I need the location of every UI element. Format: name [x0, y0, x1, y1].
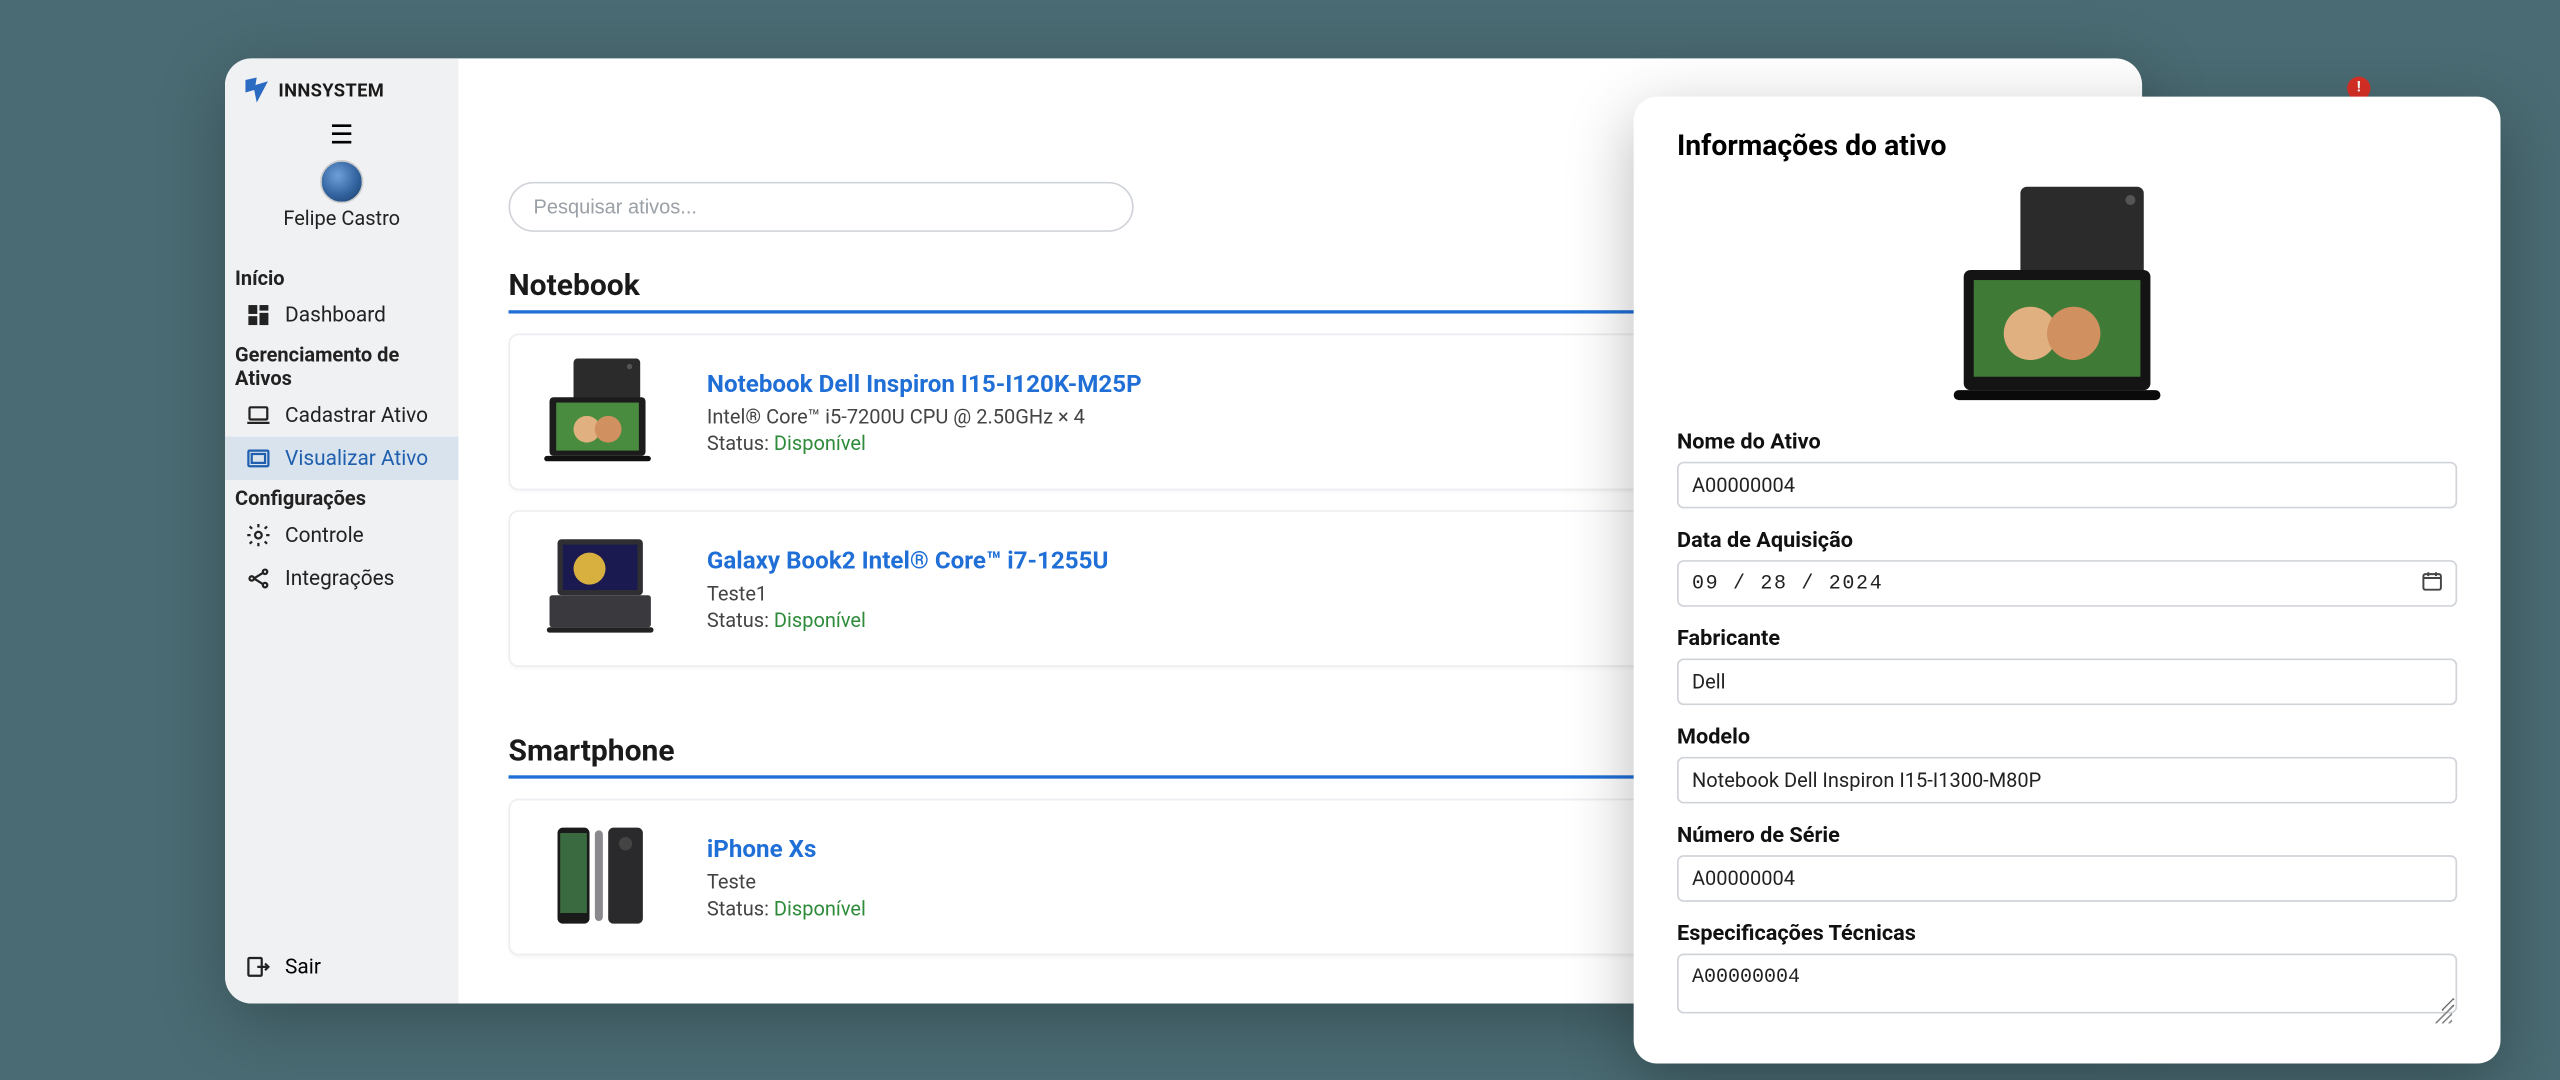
logo: INNSYSTEM: [225, 58, 458, 111]
gear-icon: [245, 522, 272, 549]
sidebar-item-label: Sair: [285, 954, 321, 979]
detail-title: Informações do ativo: [1677, 130, 2457, 163]
field-label-serie: Número de Série: [1677, 823, 2457, 848]
laptop-icon: [245, 402, 272, 429]
field-label-modelo: Modelo: [1677, 725, 2457, 750]
section-config: Configurações: [225, 480, 458, 513]
avatar[interactable]: [320, 160, 363, 203]
detail-image: [1950, 177, 2183, 410]
field-label-data: Data de Aquisição: [1677, 528, 2457, 553]
data-aquisicao-field[interactable]: [1677, 560, 2457, 607]
spec-field[interactable]: [1677, 954, 2457, 1014]
search-input[interactable]: [508, 182, 1133, 232]
status-value: Disponível: [774, 431, 866, 454]
status-label: Status:: [707, 896, 769, 919]
asset-thumbnail: [533, 352, 666, 472]
field-label-spec: Especificações Técnicas: [1677, 922, 2457, 947]
modelo-field[interactable]: [1677, 757, 2457, 804]
sidebar-item-logout[interactable]: Sair: [245, 954, 442, 981]
sidebar-item-integracoes[interactable]: Integrações: [225, 557, 458, 600]
asset-thumbnail: [533, 528, 666, 648]
status-value: Disponível: [774, 608, 866, 631]
asset-detail-panel: Informações do ativo Nome do Ativo Data …: [1634, 97, 2501, 1064]
serie-field[interactable]: [1677, 855, 2457, 902]
sidebar-item-label: Dashboard: [285, 303, 386, 328]
logout-icon: [245, 954, 272, 981]
view-icon: [245, 445, 272, 472]
asset-thumbnail: [533, 817, 666, 937]
section-gerenciamento: Gerenciamento de Ativos: [225, 337, 458, 394]
sidebar-item-label: Cadastrar Ativo: [285, 403, 428, 428]
sidebar-item-label: Integrações: [285, 566, 394, 591]
dashboard-icon: [245, 302, 272, 329]
section-inicio: Início: [225, 260, 458, 293]
sidebar-item-controle[interactable]: Controle: [225, 513, 458, 556]
sidebar-item-label: Controle: [285, 523, 364, 548]
user-name: Felipe Castro: [225, 207, 458, 230]
logo-icon: [242, 75, 272, 105]
menu-toggle-icon[interactable]: ☰: [330, 118, 354, 150]
field-label-fabricante: Fabricante: [1677, 627, 2457, 652]
sidebar-item-label: Visualizar Ativo: [285, 446, 428, 471]
integrations-icon: [245, 565, 272, 592]
sidebar-item-visualizar[interactable]: Visualizar Ativo: [225, 437, 458, 480]
sidebar: INNSYSTEM ☰ Felipe Castro Início Dashboa…: [225, 58, 458, 1003]
nome-field[interactable]: [1677, 462, 2457, 509]
sidebar-item-dashboard[interactable]: Dashboard: [225, 293, 458, 336]
brand-name: INNSYSTEM: [278, 79, 384, 101]
sidebar-item-cadastrar[interactable]: Cadastrar Ativo: [225, 393, 458, 436]
field-label-nome: Nome do Ativo: [1677, 430, 2457, 455]
status-label: Status:: [707, 608, 769, 631]
status-label: Status:: [707, 431, 769, 454]
fabricante-field[interactable]: [1677, 658, 2457, 705]
status-value: Disponível: [774, 896, 866, 919]
